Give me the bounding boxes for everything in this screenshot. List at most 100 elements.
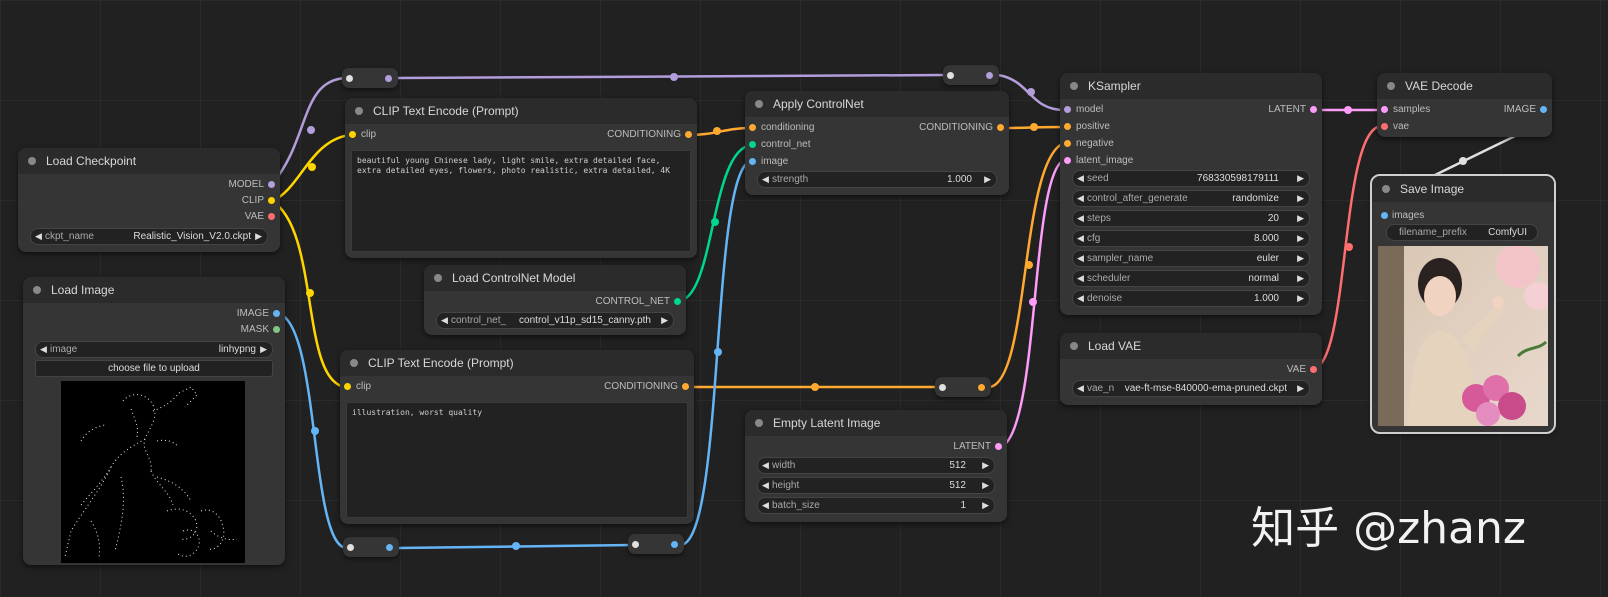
input-socket-images[interactable] — [1381, 212, 1388, 219]
arrow-left-icon[interactable]: ◀ — [40, 342, 47, 357]
output-socket-vae[interactable] — [1310, 366, 1317, 373]
arrow-right-icon[interactable]: ▶ — [1297, 271, 1304, 286]
arrow-left-icon[interactable]: ◀ — [762, 458, 769, 473]
arrow-left-icon[interactable]: ◀ — [1077, 251, 1084, 266]
reroute-input-socket[interactable] — [947, 72, 954, 79]
input-socket-clip[interactable] — [349, 131, 356, 138]
output-socket-mask[interactable] — [273, 326, 280, 333]
arrow-left-icon[interactable]: ◀ — [1077, 231, 1084, 246]
clip-text-encode-positive-node[interactable]: CLIP Text Encode (Prompt) clip CONDITION… — [345, 98, 697, 258]
node-title[interactable]: CLIP Text Encode (Prompt) — [340, 350, 694, 376]
reroute-output-socket[interactable] — [978, 384, 985, 391]
image-combo[interactable]: ◀ image linhypng ▶ — [35, 341, 273, 358]
arrow-left-icon[interactable]: ◀ — [762, 478, 769, 493]
reroute-input-socket[interactable] — [347, 544, 354, 551]
output-socket-conditioning[interactable] — [997, 124, 1004, 131]
output-socket-conditioning[interactable] — [682, 383, 689, 390]
node-title[interactable]: Load Image — [23, 277, 285, 303]
clip-text-encode-negative-node[interactable]: CLIP Text Encode (Prompt) clip CONDITION… — [340, 350, 694, 524]
node-title[interactable]: Load ControlNet Model — [424, 265, 686, 291]
control-after-generate-widget[interactable]: ◀ control_after_generate randomize ▶ — [1072, 190, 1310, 207]
output-socket-clip[interactable] — [268, 197, 275, 204]
output-socket-latent[interactable] — [1310, 106, 1317, 113]
arrow-left-icon[interactable]: ◀ — [1077, 211, 1084, 226]
choose-file-button[interactable]: choose file to upload — [35, 360, 273, 377]
vae-name-combo[interactable]: ◀ vae_n vae-ft-mse-840000-ema-pruned.ckp… — [1072, 380, 1310, 397]
node-title[interactable]: Apply ControlNet — [745, 91, 1009, 117]
arrow-right-icon[interactable]: ▶ — [1297, 211, 1304, 226]
node-title[interactable]: Load Checkpoint — [18, 148, 280, 174]
collapse-dot-icon[interactable] — [1382, 185, 1390, 193]
arrow-right-icon[interactable]: ▶ — [1297, 191, 1304, 206]
reroute-output-socket[interactable] — [986, 72, 993, 79]
arrow-left-icon[interactable]: ◀ — [441, 313, 448, 328]
collapse-dot-icon[interactable] — [1070, 82, 1078, 90]
input-socket-model[interactable] — [1064, 106, 1071, 113]
strength-slider[interactable]: ◀ strength 1.000 ▶ — [757, 171, 997, 188]
collapse-dot-icon[interactable] — [355, 107, 363, 115]
arrow-left-icon[interactable]: ◀ — [762, 498, 769, 513]
arrow-right-icon[interactable]: ▶ — [1297, 381, 1304, 396]
vae-decode-node[interactable]: VAE Decode samples vae IMAGE — [1377, 73, 1552, 137]
collapse-dot-icon[interactable] — [350, 359, 358, 367]
arrow-right-icon[interactable]: ▶ — [255, 229, 262, 244]
arrow-right-icon[interactable]: ▶ — [1297, 171, 1304, 186]
arrow-right-icon[interactable]: ▶ — [984, 172, 991, 187]
collapse-dot-icon[interactable] — [28, 157, 36, 165]
arrow-right-icon[interactable]: ▶ — [1297, 231, 1304, 246]
reroute-input-socket[interactable] — [632, 541, 639, 548]
output-socket-conditioning[interactable] — [685, 131, 692, 138]
ksampler-node[interactable]: KSampler model positive negative latent_… — [1060, 73, 1322, 315]
reroute-output-socket[interactable] — [671, 541, 678, 548]
reroute-output-socket[interactable] — [386, 544, 393, 551]
reroute-node-image-1[interactable] — [343, 537, 399, 557]
output-socket-control-net[interactable] — [674, 298, 681, 305]
input-socket-positive[interactable] — [1064, 123, 1071, 130]
prompt-textarea[interactable]: illustration, worst quality — [346, 402, 688, 518]
arrow-left-icon[interactable]: ◀ — [35, 229, 42, 244]
node-title[interactable]: VAE Decode — [1377, 73, 1552, 99]
arrow-left-icon[interactable]: ◀ — [1077, 291, 1084, 306]
apply-controlnet-node[interactable]: Apply ControlNet conditioning control_ne… — [745, 91, 1009, 195]
height-widget[interactable]: ◀ height 512 ▶ — [757, 477, 995, 494]
collapse-dot-icon[interactable] — [1387, 82, 1395, 90]
node-title[interactable]: KSampler — [1060, 73, 1322, 99]
seed-widget[interactable]: ◀ seed 768330598179111 ▶ — [1072, 170, 1310, 187]
arrow-left-icon[interactable]: ◀ — [1077, 271, 1084, 286]
output-socket-latent[interactable] — [995, 443, 1002, 450]
ckpt-name-combo[interactable]: ◀ ckpt_name Realistic_Vision_V2.0.ckpt ▶ — [30, 228, 268, 245]
input-socket-image[interactable] — [749, 158, 756, 165]
arrow-right-icon[interactable]: ▶ — [661, 313, 668, 328]
reroute-node-conditioning[interactable] — [935, 377, 991, 397]
control-net-name-combo[interactable]: ◀ control_net_ control_v11p_sd15_canny.p… — [436, 312, 674, 329]
input-socket-clip[interactable] — [344, 383, 351, 390]
input-socket-vae[interactable] — [1381, 123, 1388, 130]
input-socket-negative[interactable] — [1064, 140, 1071, 147]
reroute-node-image-2[interactable] — [628, 534, 684, 554]
load-controlnet-model-node[interactable]: Load ControlNet Model CONTROL_NET ◀ cont… — [424, 265, 686, 335]
width-widget[interactable]: ◀ width 512 ▶ — [757, 457, 995, 474]
empty-latent-image-node[interactable]: Empty Latent Image LATENT ◀ width 512 ▶ … — [745, 410, 1007, 522]
arrow-right-icon[interactable]: ▶ — [1297, 291, 1304, 306]
arrow-right-icon[interactable]: ▶ — [982, 498, 989, 513]
output-socket-model[interactable] — [268, 181, 275, 188]
node-title[interactable]: Load VAE — [1060, 333, 1322, 359]
arrow-right-icon[interactable]: ▶ — [1297, 251, 1304, 266]
collapse-dot-icon[interactable] — [755, 419, 763, 427]
batch-size-widget[interactable]: ◀ batch_size 1 ▶ — [757, 497, 995, 514]
prompt-textarea[interactable]: beautiful young Chinese lady, light smil… — [351, 150, 691, 252]
reroute-input-socket[interactable] — [346, 75, 353, 82]
filename-prefix-field[interactable]: filename_prefix ComfyUI — [1386, 224, 1538, 241]
arrow-right-icon[interactable]: ▶ — [982, 478, 989, 493]
sampler-name-widget[interactable]: ◀ sampler_name euler ▶ — [1072, 250, 1310, 267]
reroute-node-model-2[interactable] — [943, 65, 999, 85]
output-socket-image[interactable] — [273, 310, 280, 317]
node-title[interactable]: CLIP Text Encode (Prompt) — [345, 98, 697, 124]
collapse-dot-icon[interactable] — [1070, 342, 1078, 350]
arrow-left-icon[interactable]: ◀ — [1077, 171, 1084, 186]
collapse-dot-icon[interactable] — [434, 274, 442, 282]
output-socket-vae[interactable] — [268, 213, 275, 220]
input-socket-control-net[interactable] — [749, 141, 756, 148]
input-socket-conditioning[interactable] — [749, 124, 756, 131]
input-socket-latent-image[interactable] — [1064, 157, 1071, 164]
